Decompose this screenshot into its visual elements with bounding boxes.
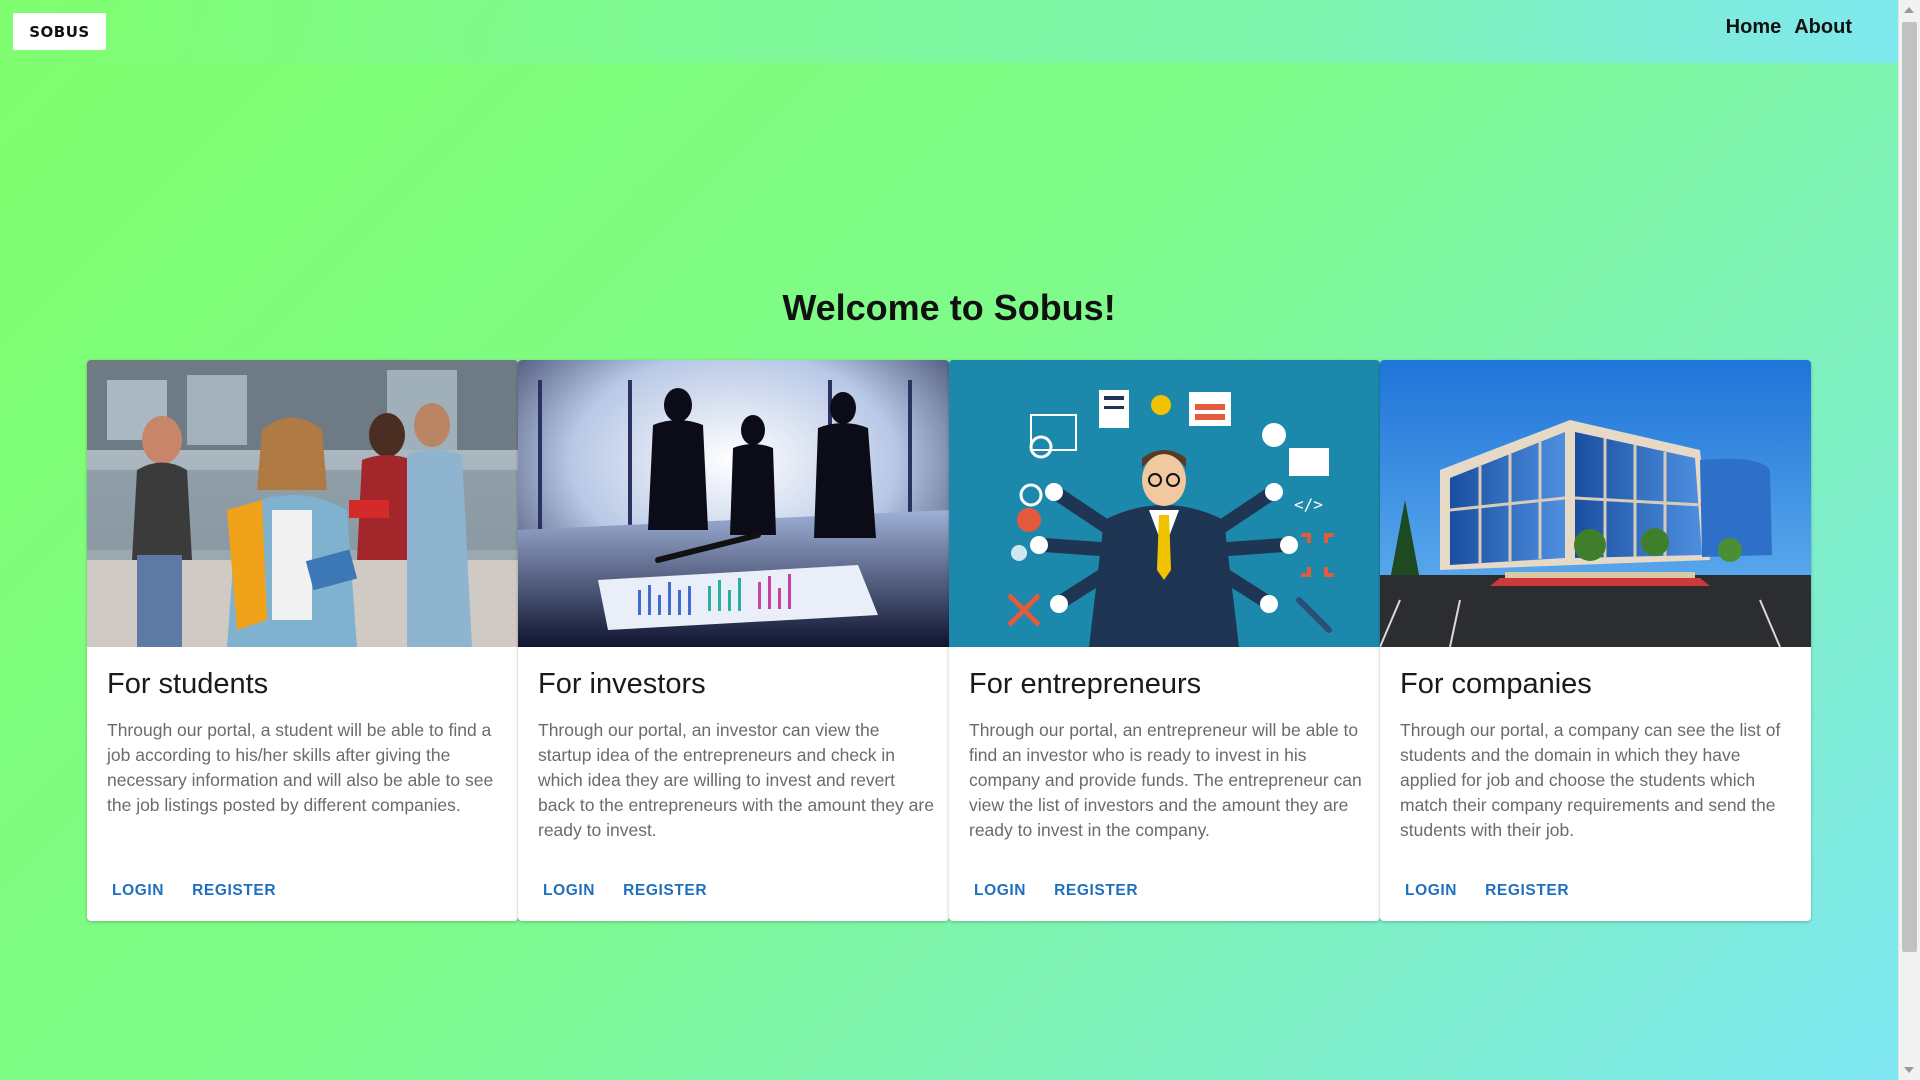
nav-about-link[interactable]: About — [1794, 16, 1852, 39]
sobus-logo[interactable]: SOBUS — [13, 13, 106, 50]
card-title: For companies — [1400, 668, 1592, 700]
companies-card: For companies Through our portal, a comp… — [1380, 360, 1811, 921]
card-title: For investors — [538, 668, 706, 700]
welcome-heading: Welcome to Sobus! — [782, 287, 1116, 328]
companies-login-button[interactable]: LOGIN — [1394, 878, 1468, 904]
card-title: For students — [107, 668, 269, 700]
students-card: For students Through our portal, a stude… — [87, 360, 518, 921]
card-title: For entrepreneurs — [969, 668, 1202, 700]
investors-register-button[interactable]: REGISTER — [612, 878, 718, 904]
card-description: Through our portal, an entrepreneur will… — [969, 720, 1362, 840]
role-cards: For students Through our portal, a stude… — [87, 360, 1811, 921]
nav-home-link[interactable]: Home — [1726, 16, 1782, 39]
companies-register-button[interactable]: REGISTER — [1474, 878, 1580, 904]
entrepreneurs-register-button[interactable]: REGISTER — [1043, 878, 1149, 904]
scrollbar-thumb[interactable] — [1902, 22, 1917, 952]
vertical-scrollbar[interactable] — [1898, 0, 1920, 1080]
card-description: Through our portal, a company can see th… — [1400, 720, 1781, 840]
card-actions: LOGIN REGISTER — [963, 878, 1149, 904]
investors-login-button[interactable]: LOGIN — [532, 878, 606, 904]
entrepreneurs-card: </> For entrepreneurs Through our portal… — [949, 360, 1380, 921]
investors-image — [518, 360, 949, 647]
card-description: Through our portal, an investor can view… — [538, 720, 934, 840]
card-actions: LOGIN REGISTER — [532, 878, 718, 904]
card-actions: LOGIN REGISTER — [101, 878, 287, 904]
students-login-button[interactable]: LOGIN — [101, 878, 175, 904]
investors-card: For investors Through our portal, an inv… — [518, 360, 949, 921]
entrepreneurs-login-button[interactable]: LOGIN — [963, 878, 1037, 904]
card-description: Through our portal, a student will be ab… — [107, 720, 494, 815]
main-nav: Home About — [1726, 16, 1852, 39]
students-image — [87, 360, 518, 647]
scroll-up-arrow-icon[interactable] — [1904, 7, 1914, 13]
card-actions: LOGIN REGISTER — [1394, 878, 1580, 904]
scroll-down-arrow-icon[interactable] — [1904, 1067, 1914, 1073]
top-bar: SOBUS Home About — [0, 0, 1898, 63]
entrepreneurs-image: </> — [949, 360, 1380, 647]
students-register-button[interactable]: REGISTER — [181, 878, 287, 904]
companies-image — [1380, 360, 1811, 647]
svg-text:</>: </> — [1294, 495, 1323, 514]
